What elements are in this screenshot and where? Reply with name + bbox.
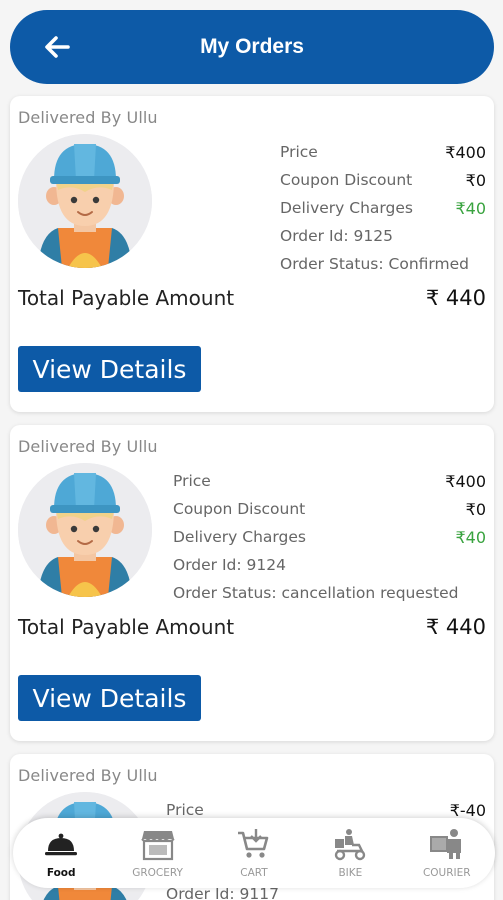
bike-delivery-icon [335,829,366,861]
bottom-navigation: Food GROCERY CART BIKE COURIER [13,818,495,888]
order-status: Order Status: cancellation requested [173,584,459,602]
delivery-value: ₹40 [455,198,486,218]
view-details-button[interactable]: View Details [18,346,201,392]
total-label: Total Payable Amount [18,286,235,310]
nav-label-food: Food [46,867,76,879]
price-value: ₹-40 [449,800,486,820]
view-details-button[interactable]: View Details [18,675,201,721]
nav-item-grocery[interactable]: GROCERY [113,827,203,879]
coupon-row: Coupon Discount ₹0 [280,166,486,194]
nav-item-bike[interactable]: BIKE [305,827,395,879]
order-status: Order Status: Confirmed [280,255,469,273]
nav-item-food[interactable]: Food [16,827,106,879]
order-id: Order Id: 9125 [280,227,393,245]
total-row: Total Payable Amount ₹ 440 [18,615,486,639]
nav-label-bike: BIKE [338,867,363,879]
price-row: Price ₹400 [173,467,486,495]
total-value: ₹ 440 [425,286,486,310]
delivery-charge-row: Delivery Charges ₹40 [173,523,486,551]
page-title: My Orders [200,35,304,58]
nav-label-grocery: GROCERY [132,867,183,879]
price-value: ₹400 [445,471,486,491]
price-label: Price [280,143,318,161]
delivery-value: ₹40 [455,527,486,547]
coupon-value: ₹0 [465,499,486,519]
store-icon [140,831,175,861]
total-value: ₹ 440 [425,615,486,639]
nav-label-cart: CART [240,867,268,879]
app-header: My Orders [10,10,494,84]
cart-icon [237,829,269,858]
coupon-label: Coupon Discount [280,171,413,189]
courier-icon [429,829,461,859]
coupon-value: ₹0 [465,170,486,190]
delivery-label: Delivery Charges [173,528,306,546]
total-row: Total Payable Amount ₹ 440 [18,286,486,310]
delivery-person-avatar [18,134,152,268]
order-card: Delivered By Ullu Price ₹400 Coupon Disco… [10,425,494,741]
price-row: Price ₹400 [280,138,486,166]
price-label: Price [173,472,211,490]
delivered-by-label: Delivered By Ullu [18,766,158,785]
total-label: Total Payable Amount [18,615,235,639]
nav-item-courier[interactable]: COURIER [402,827,492,879]
delivered-by-label: Delivered By Ullu [18,108,158,127]
price-label: Price [166,801,204,819]
price-details: Price ₹400 Coupon Discount ₹0 Delivery Cha… [280,138,486,278]
cloche-icon [45,833,78,856]
nav-item-cart[interactable]: CART [209,827,299,879]
price-value: ₹400 [445,142,486,162]
coupon-row: Coupon Discount ₹0 [173,495,486,523]
delivered-by-label: Delivered By Ullu [18,437,158,456]
price-details: Price ₹400 Coupon Discount ₹0 Delivery Cha… [173,467,486,607]
delivery-charge-row: Delivery Charges ₹40 [280,194,486,222]
back-arrow-icon[interactable] [42,32,72,62]
order-id: Order Id: 9124 [173,556,286,574]
nav-label-courier: COURIER [422,867,471,879]
delivery-person-avatar [18,463,152,597]
order-card: Delivered By Ullu Price ₹400 Coupon Disco… [10,96,494,412]
coupon-label: Coupon Discount [173,500,306,518]
delivery-label: Delivery Charges [280,199,413,217]
